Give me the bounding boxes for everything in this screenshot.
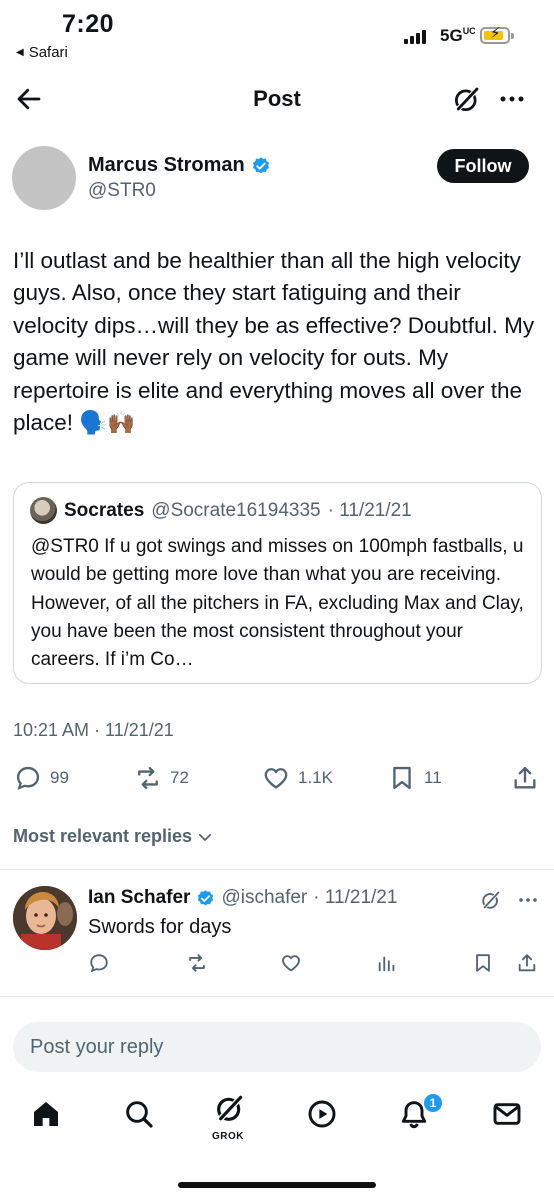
- repost-icon: [138, 766, 158, 790]
- replies-sort-dropdown[interactable]: Most relevant replies: [13, 826, 214, 847]
- reply-action[interactable]: 99: [14, 764, 69, 792]
- chevron-down-icon: [199, 833, 212, 841]
- reply-count: 99: [50, 768, 69, 787]
- notification-badge: 1: [422, 1092, 444, 1114]
- share-icon[interactable]: [516, 952, 538, 974]
- post-text: I’ll outlast and be healthier than all t…: [13, 248, 541, 436]
- back-app-label: Safari: [28, 44, 68, 61]
- post-timestamp: 10:21 AM · 11/21/21: [13, 720, 174, 740]
- like-action[interactable]: 1.1K: [262, 764, 333, 792]
- heart-icon: [264, 768, 288, 789]
- post-author: Marcus Stroman @STR0 Follow: [0, 140, 554, 220]
- repost-action[interactable]: 72: [134, 764, 189, 792]
- repost-count: 72: [170, 768, 189, 787]
- reply-author-handle: @ischafer: [221, 887, 308, 908]
- quoted-author-handle: @Socrate16194335: [151, 499, 321, 521]
- home-icon[interactable]: [30, 1098, 62, 1130]
- bookmark-icon: [393, 766, 411, 790]
- network-suffix: UC: [462, 26, 476, 36]
- reply-author-name: Ian Schafer: [88, 887, 191, 908]
- more-icon[interactable]: [497, 86, 527, 112]
- reply-compose-input[interactable]: Post your reply: [13, 1022, 541, 1072]
- share-icon: [514, 766, 536, 789]
- reply-author-avatar[interactable]: [13, 886, 77, 950]
- reply-action-bar: [0, 950, 554, 980]
- verified-badge-icon: [198, 889, 214, 906]
- quoted-post-date: · 11/21/21: [327, 499, 412, 521]
- top-nav: Post: [0, 74, 554, 124]
- bookmark-icon[interactable]: [472, 952, 494, 974]
- views-icon[interactable]: [376, 952, 398, 974]
- quoted-post-text: @STR0 If u got swings and misses on 100m…: [31, 536, 530, 671]
- replies-sort-label: Most relevant replies: [13, 826, 193, 846]
- status-time: 7:20: [62, 10, 115, 38]
- grok-icon[interactable]: [480, 889, 502, 911]
- grok-tab-icon[interactable]: [214, 1092, 246, 1124]
- battery-icon: ⚡: [480, 26, 510, 44]
- quoted-author-avatar: [30, 497, 57, 524]
- home-indicator: [178, 1182, 376, 1188]
- more-icon[interactable]: [517, 890, 539, 910]
- reply-author-row[interactable]: Ian Schafer @ischafer · 11/21/21: [88, 887, 397, 909]
- compose-placeholder: Post your reply: [30, 1035, 164, 1058]
- repost-icon[interactable]: [186, 952, 208, 974]
- grok-tab-label: GROK: [212, 1131, 244, 1142]
- battery-nub: [511, 33, 514, 39]
- video-icon[interactable]: [306, 1098, 338, 1130]
- bottom-tab-bar: GROK 1: [0, 1088, 554, 1148]
- post-action-bar: 99 72 1.1K 11: [0, 760, 554, 800]
- verified-badge-icon: [252, 156, 269, 173]
- reply-text: Swords for days: [88, 916, 232, 938]
- bookmark-count: 11: [424, 768, 442, 787]
- messages-icon[interactable]: [491, 1098, 523, 1130]
- follow-button[interactable]: Follow: [437, 149, 529, 183]
- signal-icon: [404, 30, 426, 44]
- bookmark-action[interactable]: 11: [388, 764, 442, 792]
- search-icon[interactable]: [123, 1098, 155, 1130]
- reply-icon[interactable]: [88, 952, 110, 974]
- reply-date: · 11/21/21: [313, 887, 398, 908]
- author-handle[interactable]: @STR0: [88, 180, 156, 202]
- divider: [0, 996, 554, 997]
- back-triangle-icon: ◀: [16, 47, 24, 58]
- quoted-author-name: Socrates: [64, 499, 145, 521]
- quoted-post-header: Socrates @Socrate16194335 · 11/21/21: [30, 497, 412, 524]
- back-to-safari[interactable]: ◀ Safari: [16, 44, 68, 61]
- author-avatar[interactable]: [12, 146, 76, 210]
- divider: [0, 869, 554, 870]
- network-label: 5GUC: [440, 26, 476, 45]
- share-action[interactable]: [511, 764, 539, 792]
- reply-icon: [16, 766, 40, 790]
- author-name: Marcus Stroman: [88, 154, 245, 176]
- quoted-post[interactable]: Socrates @Socrate16194335 · 11/21/21 @ST…: [13, 482, 542, 684]
- status-bar: 7:20 ◀ Safari 5GUC ⚡: [0, 0, 554, 70]
- like-count: 1.1K: [298, 768, 333, 787]
- grok-icon[interactable]: [452, 84, 482, 114]
- heart-icon[interactable]: [280, 952, 302, 974]
- author-name-row[interactable]: Marcus Stroman: [88, 154, 271, 177]
